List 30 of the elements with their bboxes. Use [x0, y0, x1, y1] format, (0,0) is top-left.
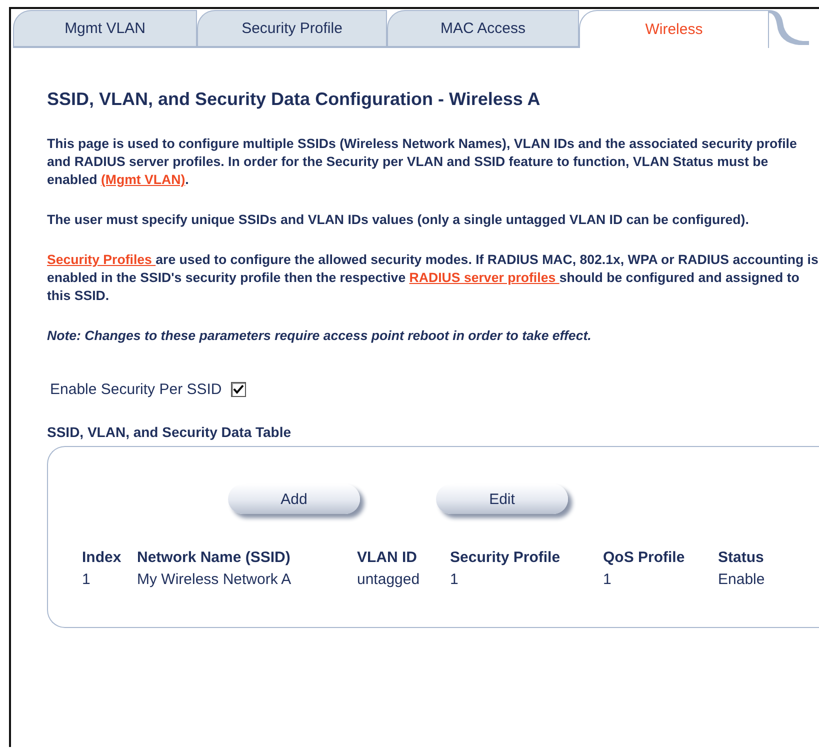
- description-text: The user must specify unique SSIDs and VLAN IDs values (only a single untagged VLAN ID can be configured).: [47, 211, 750, 229]
- action-button[interactable]: Edit: [436, 484, 568, 514]
- tab[interactable]: Mgmt VLAN: [13, 10, 197, 48]
- link[interactable]: RADIUS server profiles: [409, 270, 560, 285]
- tab-curl-icon: [769, 9, 809, 47]
- section-title: SSID, VLAN, and Security Data Table: [47, 424, 292, 440]
- table-cell-text: My Wireless Network A: [137, 570, 292, 590]
- tab[interactable]: MAC Access: [387, 10, 579, 48]
- description-text: Security Profiles are used to configure the allowed security modes. If RADIUS MAC, 802.1x, WPA or RADIUS accounting is enabled in the SSID's security profile then the respective RADIUS server profiles should be configured and assigned to this SSID.: [47, 251, 819, 305]
- table-cell-text: Enable: [718, 570, 766, 590]
- checkbox-label: Enable Security Per SSID: [50, 381, 222, 398]
- column-header: VLAN ID: [357, 547, 450, 569]
- column-header: Index: [82, 548, 122, 568]
- column-header: QoS Profile: [603, 547, 718, 569]
- link[interactable]: Security Profiles: [47, 252, 156, 267]
- column-header: Status: [718, 548, 765, 568]
- tab[interactable]: Wireless: [579, 10, 769, 48]
- table-cell-text: 1: [603, 570, 612, 590]
- link[interactable]: (Mgmt VLAN): [100, 172, 186, 187]
- description-text: This page is used to configure multiple SSIDs (Wireless Network Names), VLAN IDs and the associated security profile and RADIUS server profiles. In order for the Security per VLAN and SSID feature to function, VLAN Status must be enabled (Mgmt VLAN).: [47, 135, 798, 189]
- table-cell-text: 1: [82, 570, 92, 590]
- column-header: Network Name (SSID): [137, 547, 357, 569]
- column-header: Security Profile: [450, 548, 562, 568]
- note-text: Note: Changes to these parameters require access point reboot in order to take effect.: [47, 327, 592, 345]
- page-title: SSID, VLAN, and Security Data Configuration - Wireless A: [47, 88, 542, 110]
- table-cell-text: untagged: [357, 570, 421, 590]
- checkbox[interactable]: [230, 382, 246, 397]
- action-button[interactable]: Add: [228, 484, 360, 514]
- table-cell-text: 1: [450, 570, 460, 590]
- tab[interactable]: Security Profile: [197, 10, 387, 48]
